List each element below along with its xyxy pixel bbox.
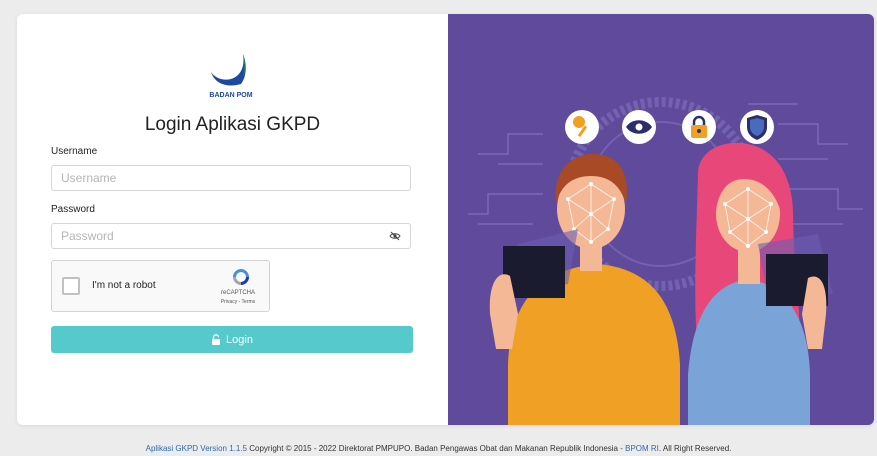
recaptcha-widget: I'm not a robot reCAPTCHA Privacy - Term… [51,260,270,312]
illustration-panel [448,14,874,425]
logo-text: BADAN POM [209,92,252,99]
login-panel: BADAN POM Login Aplikasi GKPD Username P… [17,14,448,425]
page-title: Login Aplikasi GKPD [144,114,321,135]
woman-figure [688,142,833,425]
username-input[interactable] [51,165,411,191]
footer: Aplikasi GKPD Version 1.1.5 Copyright © … [0,444,877,453]
badan-pom-logo: BADAN POM [209,54,253,99]
recaptcha-privacy-terms[interactable]: Privacy - Terms [208,299,268,305]
recaptcha-icon [233,269,249,285]
version-link[interactable]: Aplikasi GKPD Version 1.1.5 [146,444,247,453]
lock-icon [212,334,221,345]
eye-slash-icon[interactable] [389,230,401,242]
eye-icon [622,110,656,144]
face-recognition-illustration [468,97,863,425]
recaptcha-brand: reCAPTCHA [220,290,255,296]
bpom-link[interactable]: BPOM RI [625,444,659,453]
copyright-text: Copyright © 2015 - 2022 Direktorat PMPUP… [247,444,626,453]
key-icon [565,110,599,144]
recaptcha-checkbox[interactable] [62,277,80,295]
username-label: Username [51,146,98,157]
man-figure [489,154,680,425]
login-button-label: Login [226,333,253,346]
login-card: BADAN POM Login Aplikasi GKPD Username P… [17,14,874,425]
login-button[interactable]: Login [51,326,413,353]
padlock-icon [682,110,716,144]
shield-icon [740,110,774,144]
recaptcha-label: I'm not a robot [92,280,156,291]
password-input[interactable] [51,223,411,249]
rights-text: . All Right Reserved. [658,444,732,453]
password-label: Password [51,204,95,215]
